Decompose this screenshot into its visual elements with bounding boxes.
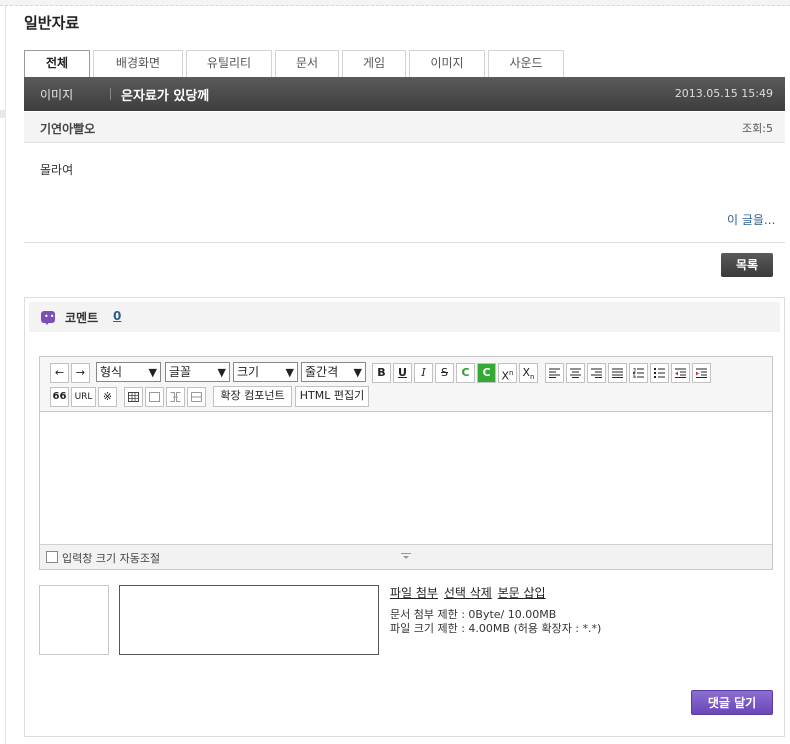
chevron-down-icon: ▼: [148, 366, 157, 379]
chevron-down-icon: ▼: [285, 366, 294, 379]
redo-button[interactable]: →: [71, 363, 90, 383]
line-height-select-value: 줄간격: [305, 365, 339, 379]
tab-document[interactable]: 문서: [275, 50, 339, 77]
autosize-checkbox[interactable]: [46, 551, 58, 563]
subscript-button[interactable]: Xn: [519, 363, 538, 383]
text-color-button[interactable]: C: [456, 363, 475, 383]
comment-label: 코멘트: [65, 311, 99, 325]
comment-editor: ← → 형식 ▼ 글꼴 ▼ 크기 ▼ 줄간격 ▼ B U I S C C Xn Xn 6…: [39, 356, 773, 570]
divider: [24, 242, 785, 243]
delete-selected-link[interactable]: 선택 삭제: [444, 586, 492, 600]
bold-button[interactable]: B: [372, 363, 391, 383]
attachment-file-list[interactable]: [119, 585, 379, 655]
autosize-label: 입력창 크기 자동조절: [62, 552, 161, 565]
undo-button[interactable]: ←: [50, 363, 69, 383]
align-justify-icon[interactable]: [608, 363, 627, 383]
font-select-value: 글꼴: [169, 365, 192, 379]
format-select[interactable]: 형식 ▼: [96, 362, 161, 382]
align-left-icon[interactable]: [545, 363, 564, 383]
header-separator: [110, 88, 111, 100]
left-rail-segment: [0, 110, 6, 118]
top-border: [0, 0, 790, 6]
comment-header: ••• 코멘트 0: [29, 302, 780, 332]
this-post-menu[interactable]: 이 글을...: [727, 211, 775, 228]
html-editor-button[interactable]: HTML 편집기: [295, 386, 369, 407]
tab-all[interactable]: 전체: [24, 50, 90, 78]
ordered-list-icon[interactable]: [629, 363, 648, 383]
tab-wallpaper[interactable]: 배경화면: [93, 50, 183, 77]
outdent-icon[interactable]: [671, 363, 690, 383]
indent-icon[interactable]: [692, 363, 711, 383]
align-center-icon[interactable]: [566, 363, 585, 383]
superscript-button[interactable]: Xn: [498, 363, 517, 383]
tab-image[interactable]: 이미지: [409, 50, 485, 77]
attach-file-link[interactable]: 파일 첨부: [390, 586, 438, 600]
quote-button[interactable]: 66: [50, 387, 69, 407]
page-title: 일반자료: [24, 14, 80, 32]
attachment-preview: [39, 585, 109, 655]
cell-icon[interactable]: [145, 387, 164, 407]
editor-text-area[interactable]: [40, 412, 772, 544]
post-body: 몰라여: [40, 163, 74, 177]
url-button[interactable]: URL: [71, 387, 96, 407]
submit-comment-button[interactable]: 댓글 달기: [691, 690, 773, 715]
underline-button[interactable]: U: [393, 363, 412, 383]
line-height-select[interactable]: 줄간격 ▼: [301, 362, 366, 382]
resize-handle-icon[interactable]: [401, 553, 411, 561]
tab-sound[interactable]: 사운드: [488, 50, 564, 77]
doc-attach-limit: 문서 첨부 제한 : 0Byte/ 10.00MB: [390, 608, 557, 621]
post-title[interactable]: 은자료가 있당께: [121, 85, 209, 104]
size-select-value: 크기: [237, 365, 260, 379]
post-author[interactable]: 기연아빨오: [40, 120, 95, 137]
unordered-list-icon[interactable]: [650, 363, 669, 383]
post-date: 2013.05.15 15:49: [674, 87, 773, 100]
editor-toolbar: ← → 형식 ▼ 글꼴 ▼ 크기 ▼ 줄간격 ▼ B U I S C C Xn Xn 6…: [40, 357, 772, 412]
post-header: 이미지 은자료가 있당께 2013.05.15 15:49: [24, 77, 785, 111]
italic-button[interactable]: I: [414, 363, 433, 383]
post-category[interactable]: 이미지: [40, 86, 73, 103]
tab-utility[interactable]: 유틸리티: [186, 50, 272, 77]
font-select[interactable]: 글꼴 ▼: [165, 362, 230, 382]
merge-cells-icon[interactable]: [166, 387, 185, 407]
size-select[interactable]: 크기 ▼: [233, 362, 298, 382]
left-rail: [0, 6, 6, 744]
tab-game[interactable]: 게임: [342, 50, 406, 77]
comment-section: ••• 코멘트 0 ← → 형식 ▼ 글꼴 ▼ 크기 ▼ 줄간격 ▼ B U I S C…: [24, 297, 785, 737]
list-button[interactable]: 목록: [721, 253, 773, 277]
subscript-label: X: [522, 366, 531, 379]
background-color-button[interactable]: C: [477, 363, 496, 383]
attachment-limits: 문서 첨부 제한 : 0Byte/ 10.00MB 파일 크기 제한 : 4.0…: [390, 608, 601, 636]
attachment-actions: 파일 첨부 선택 삭제 본문 삽입: [390, 584, 548, 601]
extension-component-button[interactable]: 확장 컴포넌트: [213, 386, 292, 407]
split-cells-icon[interactable]: [187, 387, 206, 407]
table-icon[interactable]: [124, 387, 143, 407]
align-right-icon[interactable]: [587, 363, 606, 383]
view-count: 조회:5: [742, 122, 773, 135]
superscript-label: X: [501, 369, 510, 383]
editor-footer: 입력창 크기 자동조절: [40, 544, 772, 569]
strike-button[interactable]: S: [435, 363, 454, 383]
special-char-button[interactable]: ※: [98, 387, 117, 407]
insert-into-body-link[interactable]: 본문 삽입: [498, 586, 546, 600]
comment-bubble-icon: •••: [41, 311, 60, 325]
category-tabs: 전체 배경화면 유틸리티 문서 게임 이미지 사운드: [24, 50, 567, 78]
post-meta: 기연아빨오 조회:5: [24, 112, 785, 143]
chevron-down-icon: ▼: [217, 366, 226, 379]
chevron-down-icon: ▼: [353, 366, 362, 379]
format-select-value: 형식: [100, 365, 123, 379]
file-size-limit: 파일 크기 제한 : 4.00MB (허용 확장자 : *.*): [390, 622, 602, 635]
comment-count[interactable]: 0: [113, 309, 121, 323]
